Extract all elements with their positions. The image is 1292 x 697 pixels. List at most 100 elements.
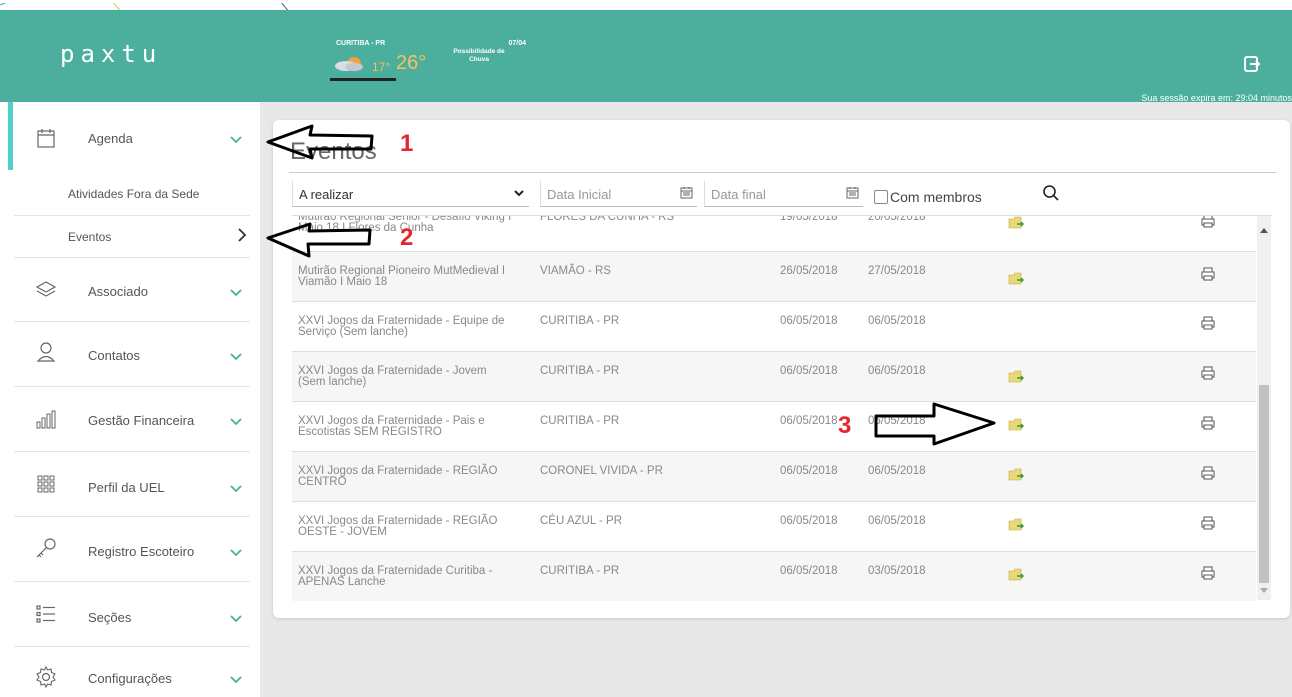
sidebar-item-secoes[interactable]: Seções — [0, 582, 260, 646]
start-date-input[interactable]: Data Inicial — [540, 181, 697, 207]
app-logo[interactable]: paxtu — [60, 40, 162, 68]
printer-icon[interactable] — [1200, 267, 1216, 281]
event-end-date: 27/05/2018 — [868, 265, 926, 277]
folder-arrow-icon[interactable] — [1008, 468, 1024, 481]
chevron-down-icon[interactable] — [228, 132, 244, 148]
printer-icon[interactable] — [1200, 516, 1216, 530]
table-row[interactable]: XXVI Jogos da Fraternidade - Pais e Escot… — [292, 402, 1256, 452]
weather-underline — [330, 78, 396, 81]
app-header: paxtu CURITIBA - PR 07/04 Possibilidade … — [0, 10, 1292, 103]
end-date-input[interactable]: Data final — [704, 181, 863, 207]
chevron-down-icon[interactable] — [228, 611, 244, 627]
search-icon[interactable] — [1042, 184, 1060, 202]
table-row[interactable]: XXVI Jogos da Fraternidade - REGIÃO OESTE… — [292, 502, 1256, 552]
annotation-arrow-1 — [266, 124, 374, 160]
sidebar-item-label: Associado — [88, 284, 148, 299]
printer-icon[interactable] — [1200, 316, 1216, 330]
chevron-down-icon[interactable] — [228, 481, 244, 497]
scroll-down-arrow[interactable] — [1260, 588, 1268, 593]
calendar-icon[interactable] — [846, 186, 859, 199]
event-end-date: 03/05/2018 — [868, 565, 926, 577]
chevron-down-icon[interactable] — [228, 349, 244, 365]
scrollbar-thumb[interactable] — [1259, 385, 1269, 583]
sidebar-item-configuracoes[interactable]: Configurações — [0, 647, 260, 697]
event-city: CÉU AZUL - PR — [540, 515, 623, 527]
sidebar-subitem-atividades[interactable]: Atividades Fora da Sede — [68, 187, 199, 201]
folder-arrow-icon[interactable] — [1008, 518, 1024, 531]
printer-icon[interactable] — [1200, 566, 1216, 580]
sidebar-item-gestao-financeira[interactable]: Gestão Financeira — [0, 387, 260, 451]
divider — [14, 215, 250, 216]
event-start-date: 06/05/2018 — [780, 365, 838, 377]
annotation-number-1: 1 — [400, 130, 414, 157]
chevron-down-icon[interactable] — [228, 672, 244, 688]
sidebar-item-label: Seções — [88, 610, 132, 625]
table-row[interactable]: XXVI Jogos da Fraternidade Curitiba - APE… — [292, 552, 1256, 601]
chevron-down-icon[interactable] — [228, 285, 244, 301]
event-end-date: 06/05/2018 — [868, 365, 926, 377]
event-start-date: 19/05/2018 — [780, 215, 838, 223]
event-city: FLORES DA CUNHA - RS — [540, 215, 675, 223]
active-item-accent — [8, 102, 13, 170]
top-strip — [0, 0, 1292, 14]
event-start-date: 06/05/2018 — [780, 315, 838, 327]
event-start-date: 06/05/2018 — [780, 515, 838, 527]
status-select[interactable]: A realizar — [292, 181, 529, 207]
session-timer: Sua sessão expira em: 29:04 minutos — [1141, 93, 1292, 103]
printer-icon[interactable] — [1200, 416, 1216, 430]
event-start-date: 06/05/2018 — [780, 565, 838, 577]
event-name: Mutirão Regional Pioneiro MutMedieval IV… — [298, 265, 506, 288]
scroll-up-arrow[interactable] — [1260, 228, 1268, 233]
end-date-placeholder: Data final — [711, 187, 766, 202]
chevron-right-icon[interactable] — [236, 227, 248, 243]
table-row[interactable]: XXVI Jogos da Fraternidade - Equipe de Se… — [292, 302, 1256, 352]
sidebar-item-contatos[interactable]: Contatos — [0, 322, 260, 386]
weather-city: CURITIBA - PR — [336, 40, 386, 47]
sidebar-item-label: Configurações — [88, 671, 172, 686]
events-table: Mutirão Regional Sênior - Desafio Viking… — [292, 215, 1272, 601]
key-icon — [36, 538, 56, 558]
folder-arrow-icon[interactable] — [1008, 418, 1024, 431]
list-icon — [36, 605, 55, 623]
calendar-icon[interactable] — [680, 186, 693, 199]
sidebar-item-label: Registro Escoteiro — [88, 544, 195, 559]
event-city: VIAMÃO - RS — [540, 265, 611, 277]
sidebar-item-perfil-uel[interactable]: Perfil da UEL — [0, 452, 260, 516]
layers-icon — [35, 281, 57, 297]
event-end-date: 20/05/2018 — [868, 215, 926, 223]
sidebar-item-label: Perfil da UEL — [88, 480, 165, 495]
user-icon — [36, 342, 56, 362]
event-city: CURITIBA - PR — [540, 315, 620, 327]
sidebar-subitem-eventos[interactable]: Eventos — [68, 230, 111, 244]
chevron-down-icon[interactable] — [228, 414, 244, 430]
folder-arrow-icon[interactable] — [1008, 370, 1024, 383]
event-end-date: 06/05/2018 — [868, 515, 926, 527]
folder-arrow-icon[interactable] — [1008, 568, 1024, 581]
chevron-down-icon[interactable] — [228, 545, 244, 561]
table-row[interactable]: Mutirão Regional Sênior - Desafio Viking… — [292, 215, 1256, 252]
event-city: CURITIBA - PR — [540, 565, 620, 577]
event-start-date: 06/05/2018 — [780, 465, 838, 477]
event-name: XXVI Jogos da Fraternidade - Equipe de Se… — [298, 315, 505, 338]
sidebar-item-registro-escoteiro[interactable]: Registro Escoteiro — [0, 517, 260, 581]
sidebar-item-associado[interactable]: Associado — [0, 258, 260, 322]
event-name: XXVI Jogos da Fraternidade - REGIÃO OESTE… — [298, 515, 498, 538]
weather-max-temp: 26° — [396, 52, 427, 74]
printer-icon[interactable] — [1200, 215, 1216, 228]
table-row[interactable]: XXVI Jogos da Fraternidade - REGIÃO CENTR… — [292, 452, 1256, 502]
bar-chart-icon — [36, 410, 56, 429]
start-date-placeholder: Data Inicial — [547, 187, 612, 202]
annotation-arrow-2 — [266, 222, 372, 258]
table-row[interactable]: Mutirão Regional Pioneiro MutMedieval IV… — [292, 252, 1256, 302]
members-checkbox[interactable] — [874, 190, 888, 204]
folder-arrow-icon[interactable] — [1008, 272, 1024, 285]
folder-arrow-icon[interactable] — [1008, 216, 1024, 229]
printer-icon[interactable] — [1200, 466, 1216, 480]
weather-chance-line1: Possibilidade de — [453, 48, 505, 55]
annotation-arrow-3 — [874, 402, 996, 446]
logout-icon[interactable] — [1242, 54, 1262, 74]
printer-icon[interactable] — [1200, 366, 1216, 380]
sidebar-item-agenda[interactable]: Agenda — [0, 102, 260, 170]
weather-chance-line2: Chuva — [469, 56, 489, 63]
table-row[interactable]: XXVI Jogos da Fraternidade - Jovem (Sem l… — [292, 352, 1256, 402]
